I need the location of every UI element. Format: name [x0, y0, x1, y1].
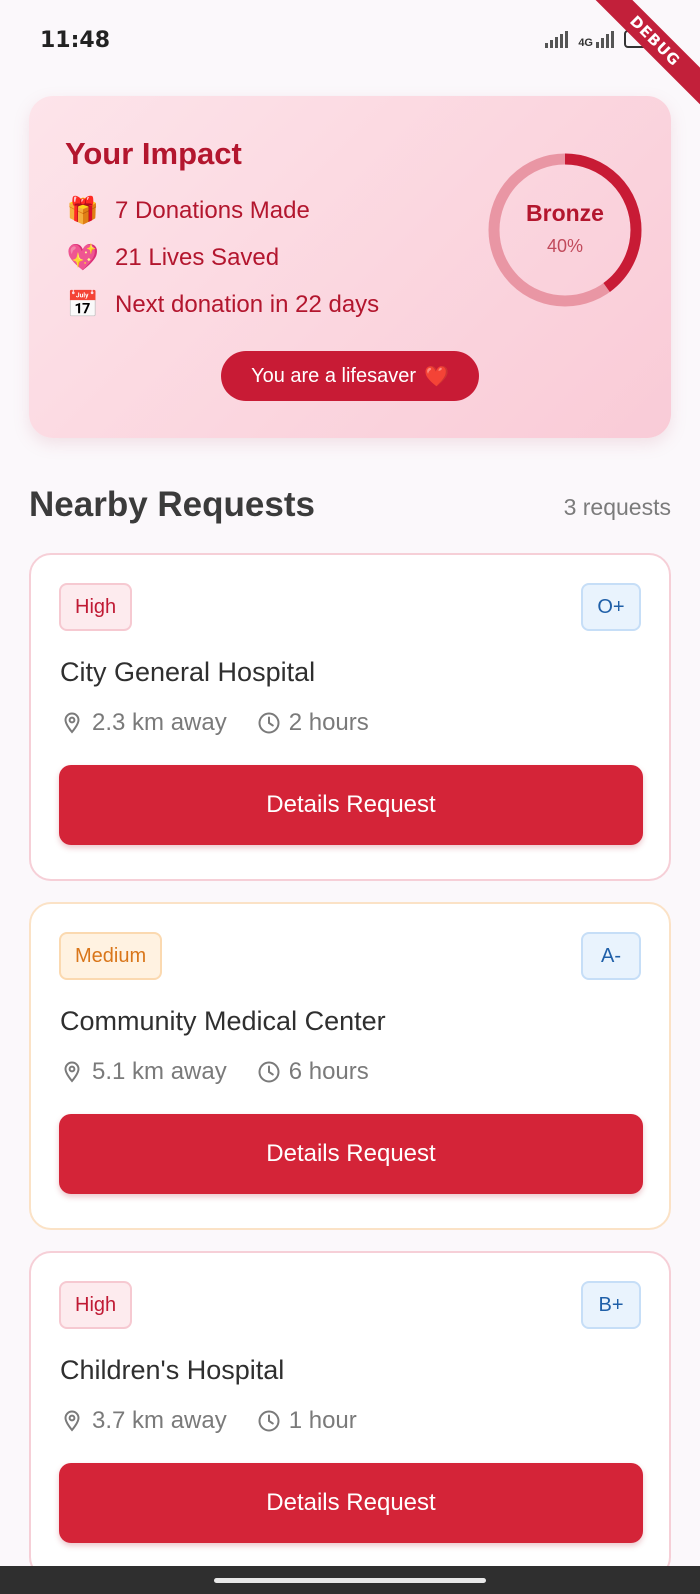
- hospital-name: Children's Hospital: [60, 1355, 285, 1385]
- time-text: 1 hour: [288, 1407, 357, 1434]
- request-card[interactable]: Medium A- Community Medical Center 5.1 k…: [29, 902, 671, 1230]
- network-label: 4G: [578, 37, 593, 49]
- location-pin-icon: [64, 712, 80, 734]
- gift-icon: 🎁: [66, 196, 100, 226]
- section-title: Nearby Requests: [29, 485, 315, 524]
- hospital-name: Community Medical Center: [60, 1006, 386, 1036]
- home-gesture-handle[interactable]: [214, 1578, 486, 1583]
- distance-text: 2.3 km away: [92, 709, 227, 736]
- lifesaver-badge: You are a lifesaver ❤️: [221, 351, 479, 401]
- status-icons: 4G 48: [545, 30, 660, 49]
- impact-stat-donations: 🎁 7 Donations Made: [65, 196, 310, 226]
- time-item: 2 hours: [257, 709, 369, 737]
- mobile-signal-icon: [596, 30, 614, 48]
- priority-badge: High: [59, 1281, 133, 1329]
- impact-stat-text: Next donation in 22 days: [115, 291, 380, 318]
- distance-item: 3.7 km away: [60, 1407, 227, 1435]
- system-nav-bar: [0, 1566, 700, 1594]
- impact-card: Your Impact 🎁 7 Donations Made 💖 21 Live…: [29, 96, 671, 438]
- time-text: 2 hours: [288, 709, 369, 736]
- progress-ring: [488, 153, 642, 307]
- location-pin-icon: [64, 1410, 80, 1432]
- level-label: Bronze: [526, 200, 604, 226]
- clock-icon: [258, 1061, 280, 1083]
- lifesaver-text: You are a lifesaver: [251, 364, 416, 387]
- request-meta: 3.7 km away 1 hour: [60, 1407, 387, 1435]
- impact-stat-lives: 💖 21 Lives Saved: [65, 243, 279, 273]
- priority-badge: Medium: [59, 932, 163, 980]
- time-item: 1 hour: [257, 1407, 357, 1435]
- request-meta: 2.3 km away 2 hours: [60, 709, 399, 737]
- request-card[interactable]: High O+ City General Hospital 2.3 km awa…: [29, 553, 671, 881]
- impact-title: Your Impact: [65, 136, 242, 171]
- sparkling-heart-icon: 💖: [66, 243, 100, 273]
- time-item: 6 hours: [257, 1058, 369, 1086]
- blood-type-badge: O+: [581, 583, 641, 631]
- clock-icon: [258, 1410, 280, 1432]
- progress-percent: 40%: [546, 236, 584, 256]
- details-request-button[interactable]: Details Request: [59, 765, 643, 845]
- time-text: 6 hours: [288, 1058, 369, 1085]
- clock-icon: [258, 712, 280, 734]
- battery-icon: 48: [624, 30, 660, 48]
- location-pin-icon: [64, 1061, 80, 1083]
- distance-text: 5.1 km away: [92, 1058, 227, 1085]
- blood-type-badge: A-: [581, 932, 641, 980]
- request-meta: 5.1 km away 6 hours: [60, 1058, 399, 1086]
- distance-text: 3.7 km away: [92, 1407, 227, 1434]
- status-time: 11:48: [40, 28, 111, 53]
- distance-item: 2.3 km away: [60, 709, 227, 737]
- request-card[interactable]: High B+ Children's Hospital 3.7 km away …: [29, 1251, 671, 1579]
- requests-count: 3 requests: [563, 494, 671, 520]
- signal-icon: [545, 30, 569, 48]
- details-request-button[interactable]: Details Request: [59, 1114, 643, 1194]
- blood-type-badge: B+: [581, 1281, 641, 1329]
- heart-icon: ❤️: [424, 364, 449, 388]
- battery-level: 48: [635, 33, 649, 45]
- details-request-button[interactable]: Details Request: [59, 1463, 643, 1543]
- calendar-icon: 📅: [66, 290, 100, 320]
- priority-badge: High: [59, 583, 133, 631]
- impact-stat-next-donation: 📅 Next donation in 22 days: [65, 290, 379, 320]
- status-bar: 11:48 4G 48: [0, 0, 700, 84]
- impact-stat-text: 21 Lives Saved: [115, 244, 280, 271]
- hospital-name: City General Hospital: [60, 657, 316, 687]
- distance-item: 5.1 km away: [60, 1058, 227, 1086]
- impact-stat-text: 7 Donations Made: [115, 197, 310, 224]
